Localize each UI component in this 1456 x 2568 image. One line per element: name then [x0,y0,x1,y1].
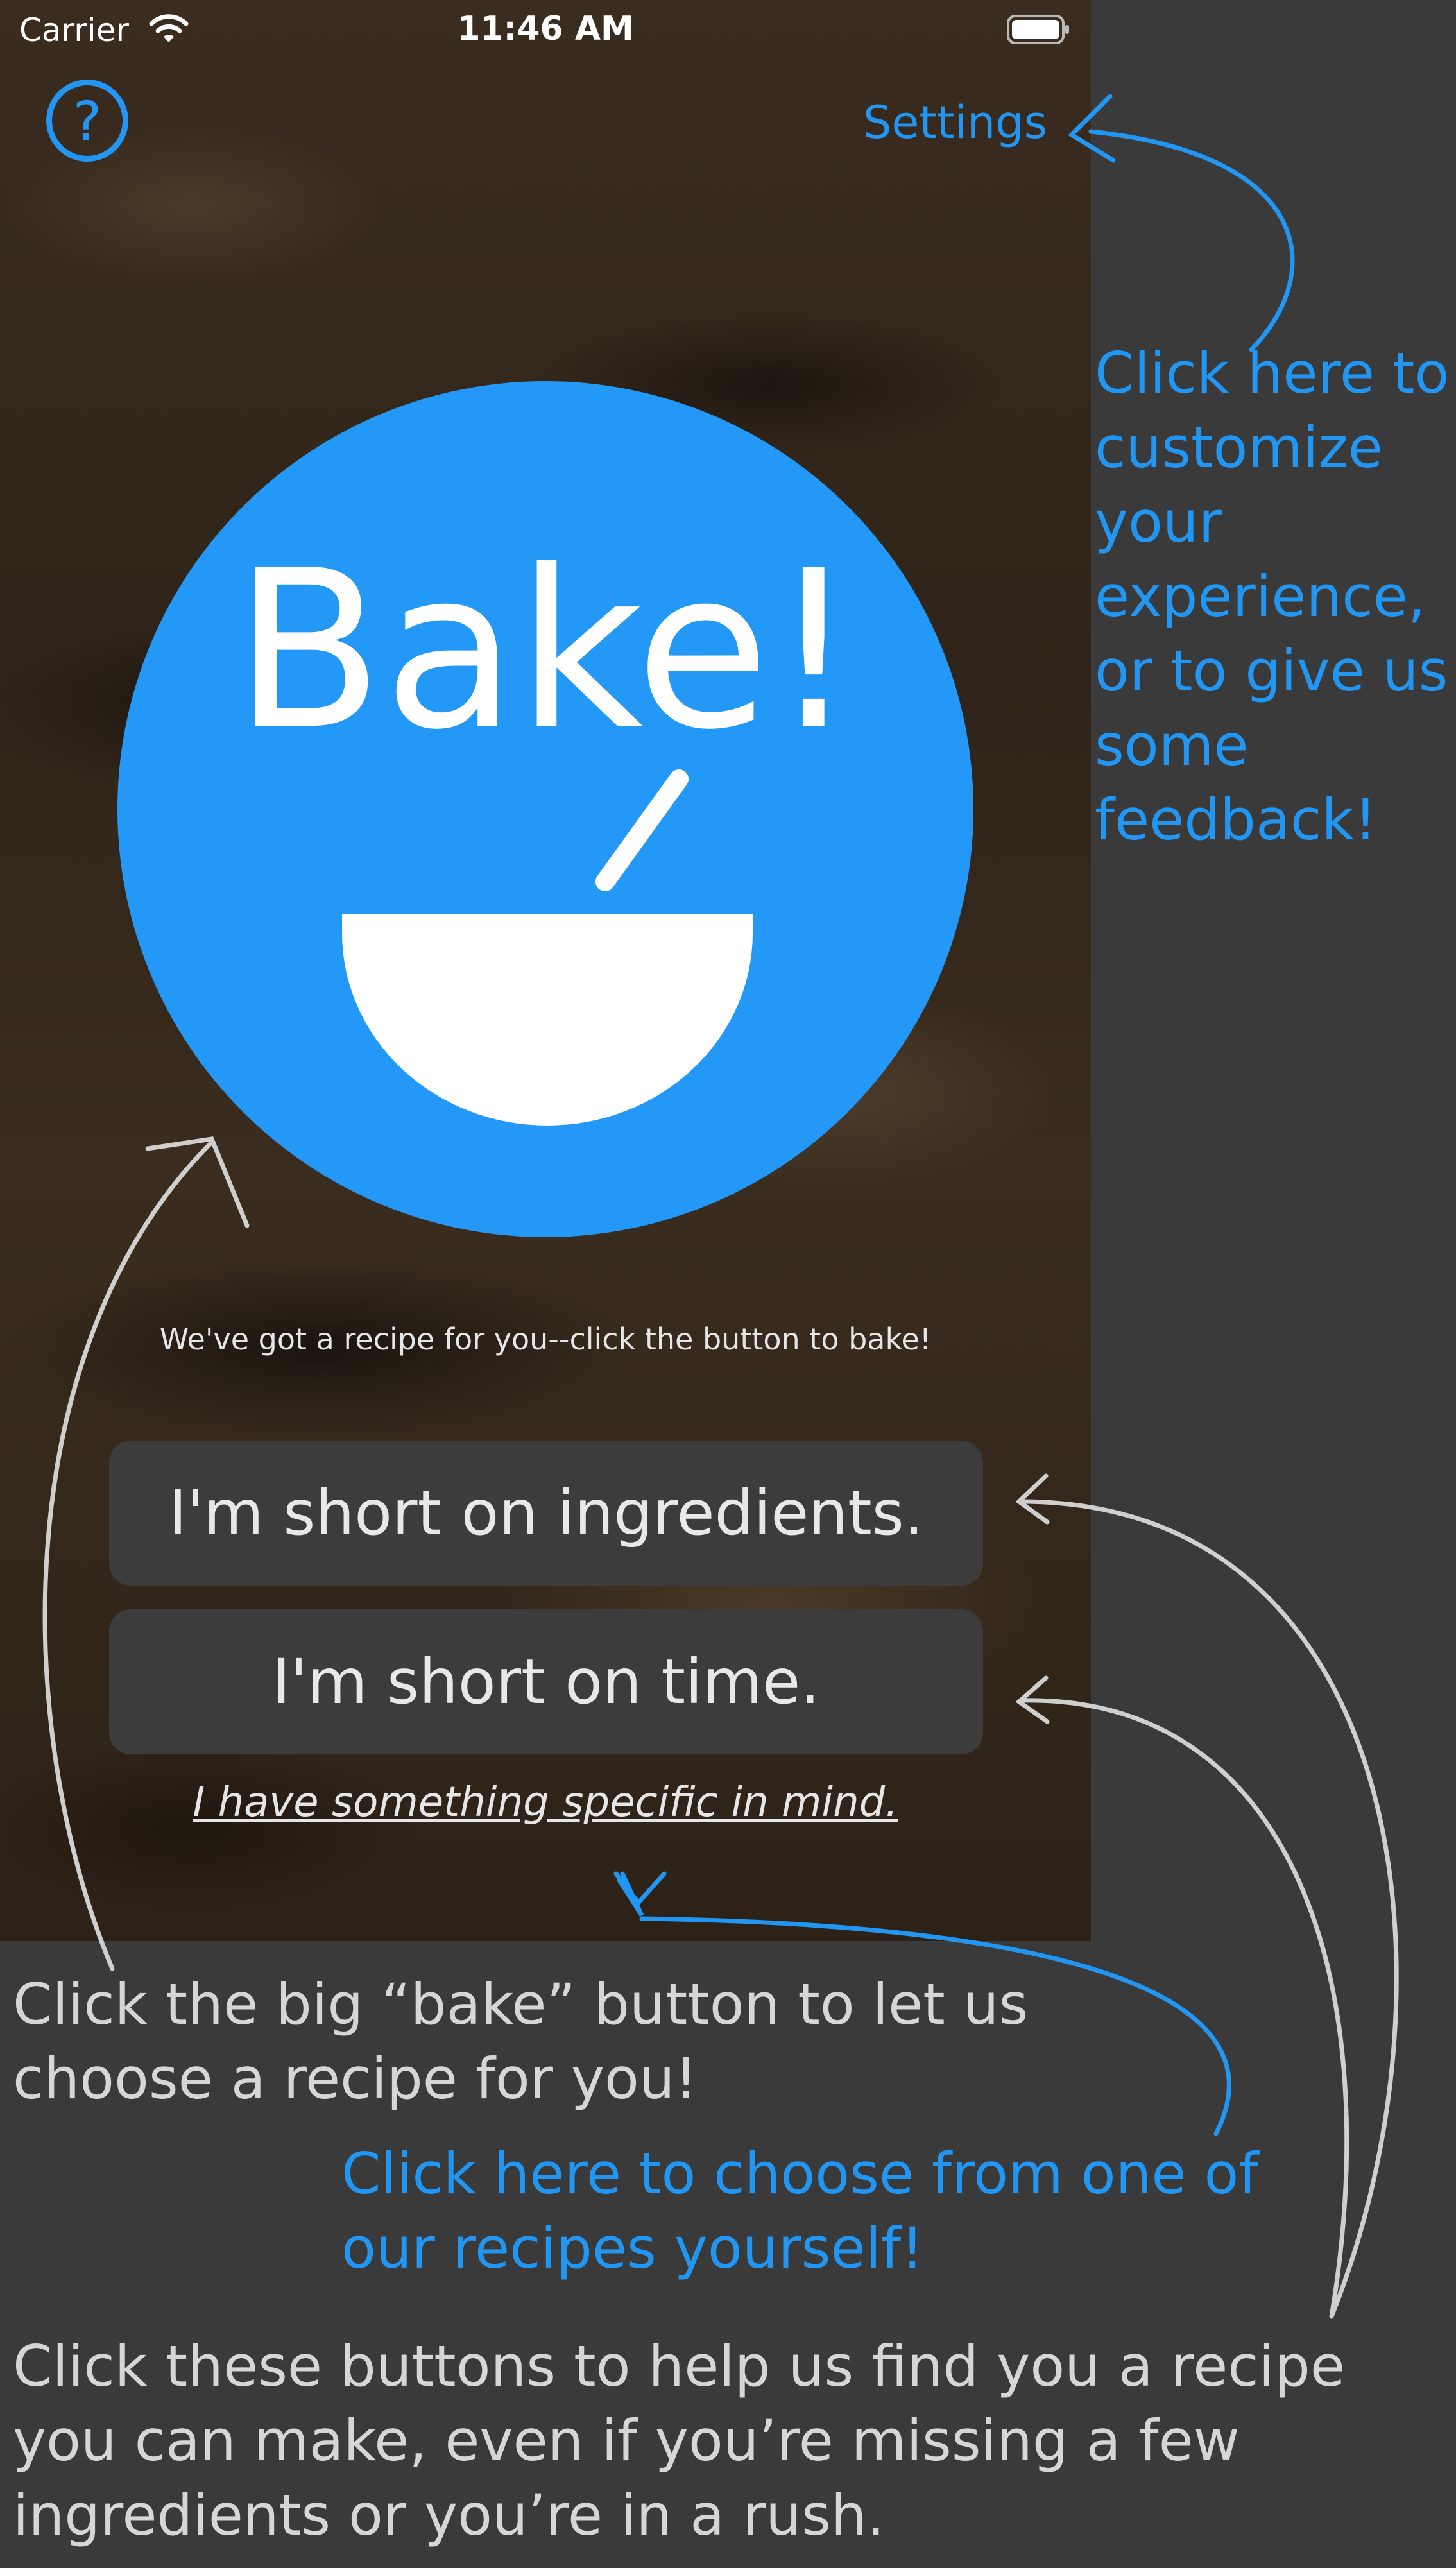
clock: 11:46 AM [457,10,634,48]
specific-annotation: Click here to choose from one of our rec… [341,2141,1259,2281]
status-bar: Carrier 11:46 AM [0,0,1091,58]
bake-annotation: Click the big “bake” button to let us ch… [13,1971,1029,2112]
battery-icon [1007,15,1069,44]
help-button[interactable]: ? [46,80,128,162]
mixing-bowl-icon [342,769,753,1126]
settings-annotation: Click here to customize your experience,… [1095,340,1450,853]
buttons-annotation: Click these buttons to help us find you … [13,2333,1346,2548]
app-screen: Carrier 11:46 AM ? Settings Bake! We've … [0,0,1091,1941]
bake-label: Bake! [234,524,857,778]
tagline: We've got a recipe for you--click the bu… [159,1322,932,1357]
settings-link[interactable]: Settings [863,96,1047,149]
short-on-time-button[interactable]: I'm short on time. [109,1609,983,1754]
bake-button[interactable]: Bake! [117,381,973,1237]
settings-arrow [1068,94,1295,352]
short-on-ingredients-button[interactable]: I'm short on ingredients. [109,1441,983,1586]
specific-recipe-link[interactable]: I have something specific in mind. [0,1779,1091,1826]
